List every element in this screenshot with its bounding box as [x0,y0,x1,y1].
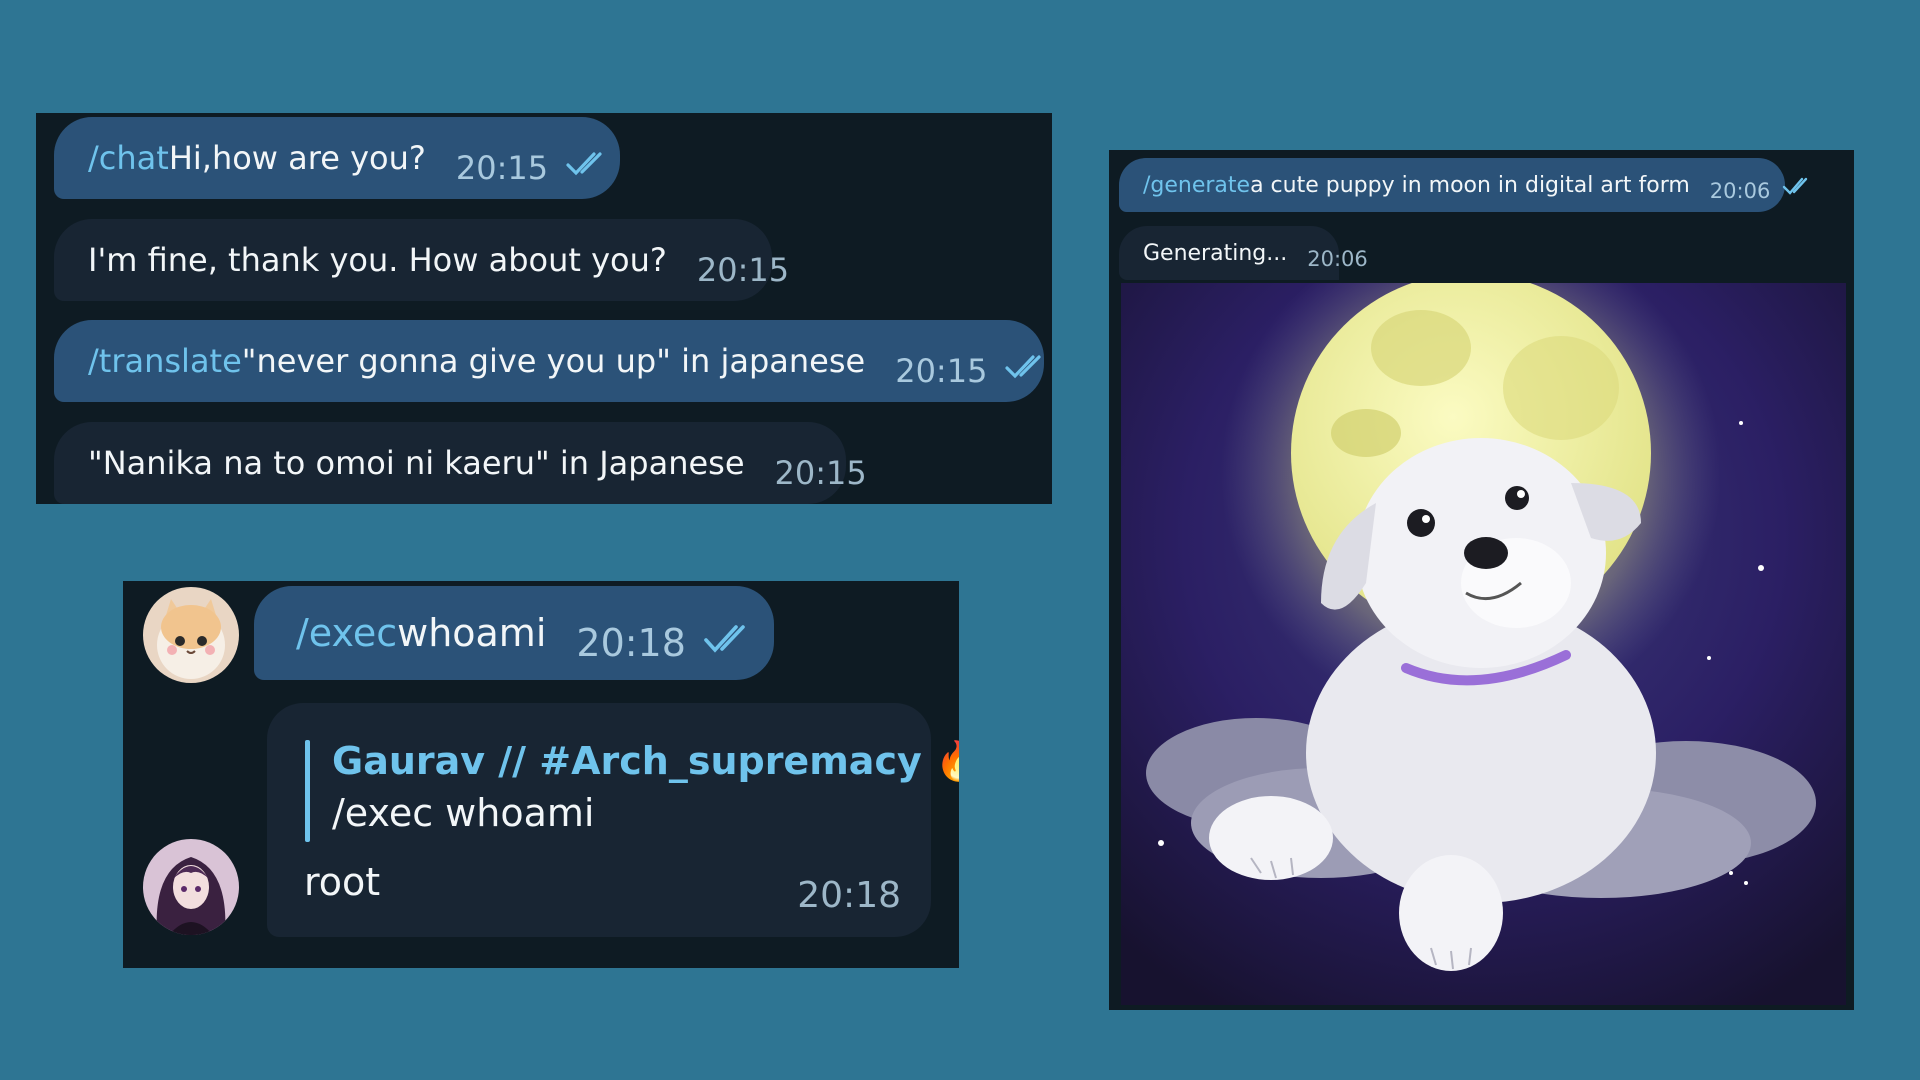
message-time: 20:15 [774,454,867,492]
message-time: 20:18 [576,621,686,665]
message-time: 20:15 [895,352,988,390]
command-label[interactable]: /chat [88,139,169,177]
message-chat-command[interactable]: /chat Hi,how are you? 20:15 [54,117,620,199]
double-check-icon [566,147,610,185]
exec-panel: /exec whoami 20:18 Gaurav // #Arch_supre… [123,581,959,968]
exec-result-message[interactable]: Gaurav // #Arch_supremacy 🔥 /exec whoami… [267,703,959,937]
message-translate-command[interactable]: /translate "never gonna give you up" in … [54,320,1044,402]
cat-avatar[interactable] [143,587,239,683]
message-time: 20:06 [1709,179,1771,203]
double-check-icon [1782,176,1814,202]
puppy-moon-image[interactable] [1121,223,1846,1005]
message-text: a cute puppy in moon in digital art form [1250,172,1690,198]
message-time: 20:06 [1307,247,1368,271]
message-reply[interactable]: "Nanika na to omoi ni kaeru" in Japanese… [54,422,867,504]
command-label[interactable]: /exec [296,611,397,655]
chat-panel: /chat Hi,how are you? 20:15 I'm fine, th… [36,113,1052,504]
quoted-message-text: /exec whoami [332,791,595,835]
message-time: 20:15 [696,251,790,289]
fire-emoji: 🔥 [934,739,959,783]
message-text: root [304,860,381,904]
message-time: 20:18 [797,875,901,916]
message-generate-command[interactable]: /generate a cute puppy in moon in digita… [1119,158,1808,212]
command-label[interactable]: /generate [1143,173,1250,198]
command-label[interactable]: /translate [88,342,242,380]
reply-quote-bar [305,740,310,842]
double-check-icon [704,619,754,663]
reply-sender-text: Gaurav // #Arch_supremacy [332,739,922,783]
message-text: Hi,how are you? [168,139,426,177]
message-status[interactable]: Generating... 20:06 [1119,226,1368,280]
message-exec-command[interactable]: /exec whoami 20:18 [254,586,774,680]
reply-sender-name[interactable]: Gaurav // #Arch_supremacy 🔥 [332,739,959,784]
status-text: Generating... [1143,240,1288,266]
generate-panel: /generate a cute puppy in moon in digita… [1109,150,1854,1010]
message-time: 20:15 [455,149,549,187]
double-check-icon [1005,350,1049,388]
message-reply[interactable]: I'm fine, thank you. How about you? 20:1… [54,219,789,301]
message-text: "Nanika na to omoi ni kaeru" in Japanese [88,444,745,482]
message-text: "never gonna give you up" in japanese [241,342,866,380]
anime-avatar[interactable] [143,839,239,935]
message-text: I'm fine, thank you. How about you? [88,241,667,279]
message-text: whoami [397,611,547,655]
